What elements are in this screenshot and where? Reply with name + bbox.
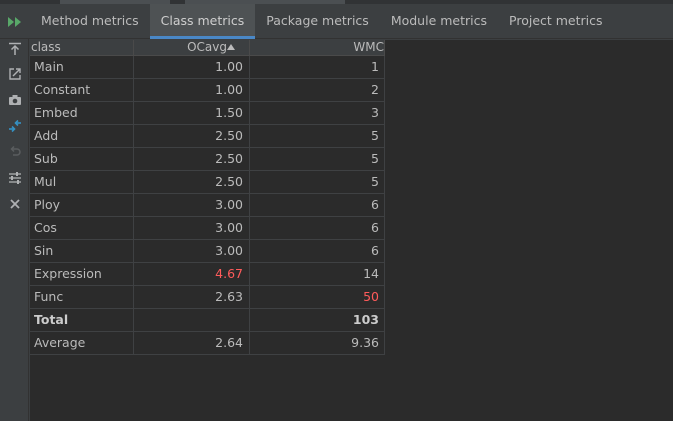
cell-wmc: 5 bbox=[250, 148, 385, 170]
table-row[interactable]: Expression 4.67 14 bbox=[30, 263, 385, 286]
open-external-icon[interactable] bbox=[6, 65, 24, 83]
table-row-average[interactable]: Average 2.64 9.36 bbox=[30, 332, 385, 355]
cell-class: Add bbox=[30, 125, 134, 147]
tab-class-metrics[interactable]: Class metrics bbox=[149, 4, 256, 39]
table-header: class OCavg WMC bbox=[30, 40, 385, 56]
table-row[interactable]: Embed 1.50 3 bbox=[30, 102, 385, 125]
cell-class: Sub bbox=[30, 148, 134, 170]
undo-icon[interactable] bbox=[6, 142, 24, 160]
export-icon[interactable] bbox=[6, 40, 24, 58]
cell-ocavg: 1.00 bbox=[134, 79, 250, 101]
tab-bar: Method metrics Class metrics Package metri… bbox=[0, 4, 673, 39]
table-row[interactable]: Ploy 3.00 6 bbox=[30, 194, 385, 217]
cell-class: Main bbox=[30, 56, 134, 78]
table-row[interactable]: Func 2.63 50 bbox=[30, 286, 385, 309]
table-row[interactable]: Main 1.00 1 bbox=[30, 56, 385, 79]
cell-wmc: 5 bbox=[250, 125, 385, 147]
cell-wmc: 9.36 bbox=[250, 332, 385, 354]
tab-project-metrics[interactable]: Project metrics bbox=[498, 4, 614, 39]
close-icon[interactable] bbox=[6, 195, 24, 213]
table-row[interactable]: Cos 3.00 6 bbox=[30, 217, 385, 240]
diff-icon[interactable] bbox=[6, 117, 24, 135]
cell-ocavg: 3.00 bbox=[134, 217, 250, 239]
column-header-wmc[interactable]: WMC bbox=[250, 40, 385, 56]
column-header-class[interactable]: class bbox=[30, 40, 134, 56]
tab-module-metrics[interactable]: Module metrics bbox=[380, 4, 498, 39]
cell-class: Cos bbox=[30, 217, 134, 239]
table-row[interactable]: Sub 2.50 5 bbox=[30, 148, 385, 171]
cell-ocavg: 3.00 bbox=[134, 194, 250, 216]
table-row-total[interactable]: Total 103 bbox=[30, 309, 385, 332]
cell-wmc: 3 bbox=[250, 102, 385, 124]
table-row[interactable]: Sin 3.00 6 bbox=[30, 240, 385, 263]
table-row[interactable]: Mul 2.50 5 bbox=[30, 171, 385, 194]
column-header-ocavg-label: OCavg bbox=[187, 40, 227, 54]
cell-class: Total bbox=[30, 309, 134, 331]
cell-ocavg: 2.50 bbox=[134, 148, 250, 170]
cell-ocavg: 2.50 bbox=[134, 171, 250, 193]
class-metrics-table: class OCavg WMC Main 1.00 1 Constant 1.00 2 Em… bbox=[30, 40, 673, 421]
cell-class: Expression bbox=[30, 263, 134, 285]
cell-class: Average bbox=[30, 332, 134, 354]
cell-class: Constant bbox=[30, 79, 134, 101]
cell-ocavg: 2.64 bbox=[134, 332, 250, 354]
cell-ocavg: 2.63 bbox=[134, 286, 250, 308]
metrics-tool-window: Method metrics Class metrics Package metri… bbox=[0, 0, 673, 421]
cell-class: Func bbox=[30, 286, 134, 308]
cell-class: Sin bbox=[30, 240, 134, 262]
cell-wmc: 1 bbox=[250, 56, 385, 78]
metrics-tabs: Method metrics Class metrics Package metri… bbox=[30, 4, 614, 39]
cell-wmc: 6 bbox=[250, 217, 385, 239]
cell-wmc: 103 bbox=[250, 309, 385, 331]
tab-method-metrics[interactable]: Method metrics bbox=[30, 4, 150, 39]
cell-wmc: 14 bbox=[250, 263, 385, 285]
cell-ocavg: 1.00 bbox=[134, 56, 250, 78]
cell-wmc: 6 bbox=[250, 194, 385, 216]
cell-class: Embed bbox=[30, 102, 134, 124]
camera-icon[interactable] bbox=[6, 91, 24, 109]
cell-ocavg bbox=[134, 309, 250, 331]
cell-ocavg: 3.00 bbox=[134, 240, 250, 262]
cell-class: Mul bbox=[30, 171, 134, 193]
cell-wmc: 5 bbox=[250, 171, 385, 193]
left-toolbar bbox=[0, 39, 29, 421]
sort-ascending-icon bbox=[227, 44, 235, 50]
cell-wmc: 50 bbox=[250, 286, 385, 308]
column-header-ocavg[interactable]: OCavg bbox=[134, 40, 250, 56]
table-row[interactable]: Constant 1.00 2 bbox=[30, 79, 385, 102]
cell-ocavg: 1.50 bbox=[134, 102, 250, 124]
tab-package-metrics[interactable]: Package metrics bbox=[255, 4, 380, 39]
cell-wmc: 6 bbox=[250, 240, 385, 262]
cell-ocavg: 2.50 bbox=[134, 125, 250, 147]
table-body: Main 1.00 1 Constant 1.00 2 Embed 1.50 3 Add 2.50 5… bbox=[30, 56, 385, 355]
run-icon[interactable] bbox=[7, 15, 25, 29]
cell-ocavg: 4.67 bbox=[134, 263, 250, 285]
table-row[interactable]: Add 2.50 5 bbox=[30, 125, 385, 148]
cell-wmc: 2 bbox=[250, 79, 385, 101]
settings-sliders-icon[interactable] bbox=[6, 169, 24, 187]
cell-class: Ploy bbox=[30, 194, 134, 216]
